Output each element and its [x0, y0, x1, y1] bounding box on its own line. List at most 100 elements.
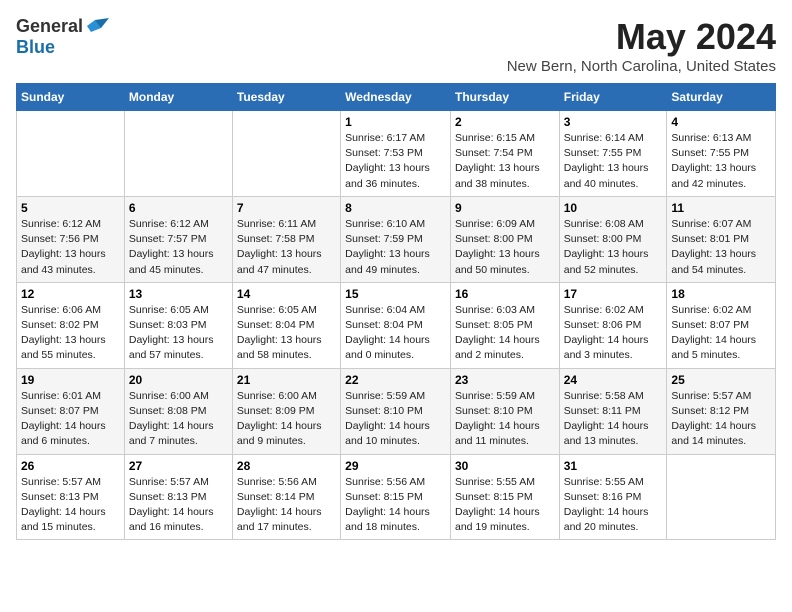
day-number: 31: [564, 459, 663, 473]
calendar-week-2: 5 Sunrise: 6:12 AM Sunset: 7:56 PM Daylig…: [17, 196, 776, 282]
day-info: Sunrise: 6:06 AM Sunset: 8:02 PM Dayligh…: [21, 303, 120, 364]
day-info: Sunrise: 5:59 AM Sunset: 8:10 PM Dayligh…: [455, 389, 555, 450]
calendar-header-saturday: Saturday: [667, 84, 776, 111]
calendar-cell: 9 Sunrise: 6:09 AM Sunset: 8:00 PM Daylig…: [450, 196, 559, 282]
calendar-cell: 13 Sunrise: 6:05 AM Sunset: 8:03 PM Dayli…: [124, 282, 232, 368]
day-number: 26: [21, 459, 120, 473]
calendar-week-1: 1 Sunrise: 6:17 AM Sunset: 7:53 PM Daylig…: [17, 111, 776, 197]
calendar-cell: [232, 111, 340, 197]
calendar-header-thursday: Thursday: [450, 84, 559, 111]
day-number: 8: [345, 201, 446, 215]
calendar-cell: 31 Sunrise: 5:55 AM Sunset: 8:16 PM Dayli…: [559, 454, 667, 540]
day-number: 13: [129, 287, 228, 301]
day-info: Sunrise: 6:14 AM Sunset: 7:55 PM Dayligh…: [564, 131, 663, 192]
calendar-cell: 15Sunrise: 6:04 AM Sunset: 8:04 PM Dayli…: [341, 282, 451, 368]
day-number: 21: [237, 373, 336, 387]
page-title: May 2024: [507, 16, 776, 58]
day-info: Sunrise: 6:12 AM Sunset: 7:57 PM Dayligh…: [129, 217, 228, 278]
day-number: 25: [671, 373, 771, 387]
day-info: Sunrise: 6:05 AM Sunset: 8:03 PM Dayligh…: [129, 303, 228, 364]
calendar-week-4: 19 Sunrise: 6:01 AM Sunset: 8:07 PM Dayli…: [17, 368, 776, 454]
day-number: 28: [237, 459, 336, 473]
day-info: Sunrise: 6:15 AM Sunset: 7:54 PM Dayligh…: [455, 131, 555, 192]
day-number: 5: [21, 201, 120, 215]
calendar-cell: 5 Sunrise: 6:12 AM Sunset: 7:56 PM Daylig…: [17, 196, 125, 282]
page-header: General Blue May 2024 New Bern, North Ca…: [16, 16, 776, 75]
day-info: Sunrise: 6:07 AM Sunset: 8:01 PM Dayligh…: [671, 217, 771, 278]
calendar-header-monday: Monday: [124, 84, 232, 111]
day-number: 1: [345, 115, 446, 129]
calendar-cell: 27 Sunrise: 5:57 AM Sunset: 8:13 PM Dayli…: [124, 454, 232, 540]
day-info: Sunrise: 5:57 AM Sunset: 8:12 PM Dayligh…: [671, 389, 771, 450]
day-info: Sunrise: 6:03 AM Sunset: 8:05 PM Dayligh…: [455, 303, 555, 364]
calendar-header-row: SundayMondayTuesdayWednesdayThursdayFrid…: [17, 84, 776, 111]
day-number: 22: [345, 373, 446, 387]
calendar-cell: 8 Sunrise: 6:10 AM Sunset: 7:59 PM Daylig…: [341, 196, 451, 282]
logo-general-text: General: [16, 16, 83, 37]
day-number: 27: [129, 459, 228, 473]
day-info: Sunrise: 6:02 AM Sunset: 8:07 PM Dayligh…: [671, 303, 771, 364]
day-number: 23: [455, 373, 555, 387]
calendar-cell: [17, 111, 125, 197]
calendar-cell: 23 Sunrise: 5:59 AM Sunset: 8:10 PM Dayli…: [450, 368, 559, 454]
day-number: 16: [455, 287, 555, 301]
day-number: 3: [564, 115, 663, 129]
calendar-cell: 21 Sunrise: 6:00 AM Sunset: 8:09 PM Dayli…: [232, 368, 340, 454]
day-number: 19: [21, 373, 120, 387]
calendar-header-friday: Friday: [559, 84, 667, 111]
calendar-header-sunday: Sunday: [17, 84, 125, 111]
day-number: 11: [671, 201, 771, 215]
day-number: 20: [129, 373, 228, 387]
day-info: Sunrise: 6:17 AM Sunset: 7:53 PM Dayligh…: [345, 131, 446, 192]
calendar-cell: 24Sunrise: 5:58 AM Sunset: 8:11 PM Dayli…: [559, 368, 667, 454]
calendar-cell: 16 Sunrise: 6:03 AM Sunset: 8:05 PM Dayli…: [450, 282, 559, 368]
calendar-cell: 26 Sunrise: 5:57 AM Sunset: 8:13 PM Dayli…: [17, 454, 125, 540]
calendar-cell: 11 Sunrise: 6:07 AM Sunset: 8:01 PM Dayli…: [667, 196, 776, 282]
day-info: Sunrise: 6:04 AM Sunset: 8:04 PM Dayligh…: [345, 303, 446, 364]
calendar-header-tuesday: Tuesday: [232, 84, 340, 111]
calendar-cell: [124, 111, 232, 197]
day-info: Sunrise: 6:00 AM Sunset: 8:09 PM Dayligh…: [237, 389, 336, 450]
day-info: Sunrise: 6:13 AM Sunset: 7:55 PM Dayligh…: [671, 131, 771, 192]
calendar-week-5: 26 Sunrise: 5:57 AM Sunset: 8:13 PM Dayli…: [17, 454, 776, 540]
logo: General Blue: [16, 16, 109, 58]
day-info: Sunrise: 5:57 AM Sunset: 8:13 PM Dayligh…: [129, 475, 228, 536]
day-info: Sunrise: 6:05 AM Sunset: 8:04 PM Dayligh…: [237, 303, 336, 364]
day-number: 17: [564, 287, 663, 301]
calendar-cell: 20Sunrise: 6:00 AM Sunset: 8:08 PM Dayli…: [124, 368, 232, 454]
day-number: 2: [455, 115, 555, 129]
logo-bird-icon: [87, 18, 109, 36]
calendar-header-wednesday: Wednesday: [341, 84, 451, 111]
day-number: 4: [671, 115, 771, 129]
logo-blue-text: Blue: [16, 37, 55, 57]
day-info: Sunrise: 5:58 AM Sunset: 8:11 PM Dayligh…: [564, 389, 663, 450]
calendar-cell: 12 Sunrise: 6:06 AM Sunset: 8:02 PM Dayli…: [17, 282, 125, 368]
calendar-cell: 14Sunrise: 6:05 AM Sunset: 8:04 PM Dayli…: [232, 282, 340, 368]
day-number: 9: [455, 201, 555, 215]
day-info: Sunrise: 6:09 AM Sunset: 8:00 PM Dayligh…: [455, 217, 555, 278]
day-number: 12: [21, 287, 120, 301]
day-number: 10: [564, 201, 663, 215]
day-number: 29: [345, 459, 446, 473]
day-info: Sunrise: 5:56 AM Sunset: 8:15 PM Dayligh…: [345, 475, 446, 536]
day-info: Sunrise: 5:59 AM Sunset: 8:10 PM Dayligh…: [345, 389, 446, 450]
calendar-cell: 17Sunrise: 6:02 AM Sunset: 8:06 PM Dayli…: [559, 282, 667, 368]
day-info: Sunrise: 5:56 AM Sunset: 8:14 PM Dayligh…: [237, 475, 336, 536]
day-info: Sunrise: 6:10 AM Sunset: 7:59 PM Dayligh…: [345, 217, 446, 278]
day-info: Sunrise: 6:01 AM Sunset: 8:07 PM Dayligh…: [21, 389, 120, 450]
calendar-cell: 4 Sunrise: 6:13 AM Sunset: 7:55 PM Daylig…: [667, 111, 776, 197]
calendar-cell: 30Sunrise: 5:55 AM Sunset: 8:15 PM Dayli…: [450, 454, 559, 540]
calendar-cell: 3 Sunrise: 6:14 AM Sunset: 7:55 PM Daylig…: [559, 111, 667, 197]
day-info: Sunrise: 5:55 AM Sunset: 8:16 PM Dayligh…: [564, 475, 663, 536]
calendar-cell: 28 Sunrise: 5:56 AM Sunset: 8:14 PM Dayli…: [232, 454, 340, 540]
calendar-cell: 2 Sunrise: 6:15 AM Sunset: 7:54 PM Daylig…: [450, 111, 559, 197]
calendar-cell: [667, 454, 776, 540]
calendar-cell: 25 Sunrise: 5:57 AM Sunset: 8:12 PM Dayli…: [667, 368, 776, 454]
calendar-cell: 7Sunrise: 6:11 AM Sunset: 7:58 PM Daylig…: [232, 196, 340, 282]
calendar-cell: 18Sunrise: 6:02 AM Sunset: 8:07 PM Dayli…: [667, 282, 776, 368]
title-block: May 2024 New Bern, North Carolina, Unite…: [507, 16, 776, 75]
day-info: Sunrise: 5:57 AM Sunset: 8:13 PM Dayligh…: [21, 475, 120, 536]
calendar-cell: 10Sunrise: 6:08 AM Sunset: 8:00 PM Dayli…: [559, 196, 667, 282]
calendar-cell: 1 Sunrise: 6:17 AM Sunset: 7:53 PM Daylig…: [341, 111, 451, 197]
day-info: Sunrise: 6:12 AM Sunset: 7:56 PM Dayligh…: [21, 217, 120, 278]
